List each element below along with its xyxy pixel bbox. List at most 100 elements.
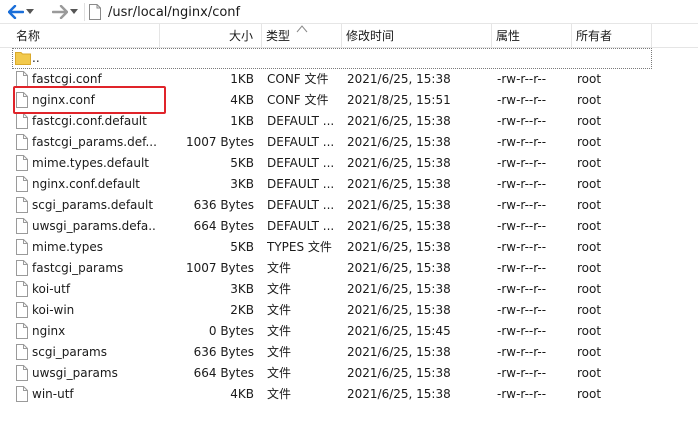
file-row[interactable]: nginx.conf 4KB CONF 文件 2021/8/25, 15:51 … (0, 90, 698, 111)
file-owner: root (577, 324, 602, 338)
file-type: 文件 (267, 303, 292, 317)
file-row[interactable]: fastcgi_params 1007 Bytes 文件 2021/6/25, … (0, 258, 698, 279)
file-name: fastcgi_params (32, 261, 124, 275)
file-owner: root (577, 198, 602, 212)
file-size: 5KB (230, 156, 254, 170)
file-row[interactable]: win-utf 4KB 文件 2021/6/25, 15:38 -rw-r--r… (0, 384, 698, 405)
column-header-owner[interactable]: 所有者 (572, 24, 652, 48)
file-icon (16, 155, 28, 171)
column-header-modified-label: 修改时间 (346, 29, 395, 43)
file-icon (16, 302, 28, 318)
file-owner: root (577, 261, 602, 275)
file-type: 文件 (267, 282, 292, 296)
arrow-right-icon (52, 5, 68, 19)
file-name: scgi_params.default (32, 198, 154, 212)
file-name: nginx.conf.default (32, 177, 141, 191)
file-row[interactable]: koi-utf 3KB 文件 2021/6/25, 15:38 -rw-r--r… (0, 279, 698, 300)
chevron-down-icon (26, 9, 34, 14)
file-modified: 2021/6/25, 15:38 (347, 156, 451, 170)
column-header-name-label: 名称 (16, 29, 41, 43)
file-name: uwsgi_params.defa... (32, 219, 156, 233)
file-icon (16, 134, 28, 150)
file-icon (16, 113, 28, 129)
file-modified: 2021/6/25, 15:38 (347, 387, 451, 401)
file-row[interactable]: scgi_params.default 636 Bytes DEFAULT ..… (0, 195, 698, 216)
toolbar: /usr/local/nginx/conf (0, 0, 698, 24)
file-icon (16, 386, 28, 402)
arrow-left-icon (8, 5, 24, 19)
file-row[interactable]: nginx.conf.default 3KB DEFAULT ... 2021/… (0, 174, 698, 195)
back-button[interactable] (6, 2, 26, 22)
file-icon (89, 4, 101, 20)
file-size: 664 Bytes (193, 219, 254, 233)
file-type: 文件 (267, 345, 292, 359)
file-type: DEFAULT ... (267, 156, 335, 170)
parent-directory-label: .. (32, 51, 40, 65)
file-row[interactable]: koi-win 2KB 文件 2021/6/25, 15:38 -rw-r--r… (0, 300, 698, 321)
column-header-name[interactable]: 名称 (12, 24, 160, 48)
file-size: 1007 Bytes (185, 261, 254, 275)
column-header-modified[interactable]: 修改时间 (342, 24, 492, 48)
file-icon (16, 176, 28, 192)
file-icon (16, 323, 28, 339)
folder-icon (15, 52, 31, 65)
file-owner: root (577, 366, 602, 380)
parent-directory-row[interactable]: .. (12, 48, 652, 69)
file-row[interactable]: mime.types.default 5KB DEFAULT ... 2021/… (0, 153, 698, 174)
column-header-owner-label: 所有者 (576, 29, 613, 43)
file-name: fastcgi_params.def... (32, 135, 156, 149)
file-size: 636 Bytes (193, 198, 254, 212)
column-header-size-label: 大小 (228, 29, 253, 43)
file-icon (16, 92, 28, 108)
file-icon (16, 71, 28, 87)
file-owner: root (577, 177, 602, 191)
column-header-perms-label: 属性 (496, 29, 521, 43)
file-name: win-utf (32, 387, 74, 401)
file-icon (16, 281, 28, 297)
file-size: 664 Bytes (193, 366, 254, 380)
forward-history-dropdown[interactable] (68, 2, 80, 22)
file-name: mime.types (32, 240, 103, 254)
file-row[interactable]: uwsgi_params.defa... 664 Bytes DEFAULT .… (0, 216, 698, 237)
address-bar[interactable]: /usr/local/nginx/conf (88, 1, 698, 23)
column-header-perms[interactable]: 属性 (492, 24, 572, 48)
file-row[interactable]: nginx 0 Bytes 文件 2021/6/25, 15:45 -rw-r-… (0, 321, 698, 342)
file-row[interactable]: fastcgi_params.def... 1007 Bytes DEFAULT… (0, 132, 698, 153)
chevron-down-icon (70, 9, 78, 14)
back-history-dropdown[interactable] (24, 2, 36, 22)
file-name: mime.types.default (32, 156, 150, 170)
file-row[interactable]: mime.types 5KB TYPES 文件 2021/6/25, 15:38… (0, 237, 698, 258)
file-type: DEFAULT ... (267, 177, 335, 191)
file-modified: 2021/6/25, 15:38 (347, 219, 451, 233)
file-row[interactable]: fastcgi.conf 1KB CONF 文件 2021/6/25, 15:3… (0, 69, 698, 90)
file-row[interactable]: scgi_params 636 Bytes 文件 2021/6/25, 15:3… (0, 342, 698, 363)
file-type: CONF 文件 (267, 93, 329, 107)
file-icon (16, 344, 28, 360)
file-name: koi-utf (32, 282, 71, 296)
file-size: 3KB (230, 282, 254, 296)
file-icon (16, 239, 28, 255)
file-row[interactable]: uwsgi_params 664 Bytes 文件 2021/6/25, 15:… (0, 363, 698, 384)
column-header-size[interactable]: 大小 (160, 24, 262, 48)
forward-button[interactable] (50, 2, 70, 22)
file-perms: -rw-r--r-- (497, 282, 547, 296)
file-row[interactable]: fastcgi.conf.default 1KB DEFAULT ... 202… (0, 111, 698, 132)
file-modified: 2021/6/25, 15:38 (347, 177, 451, 191)
address-path: /usr/local/nginx/conf (108, 4, 241, 20)
file-perms: -rw-r--r-- (497, 324, 547, 338)
file-type: CONF 文件 (267, 72, 329, 86)
file-modified: 2021/8/25, 15:51 (347, 93, 451, 107)
file-size: 3KB (230, 177, 254, 191)
file-size: 636 Bytes (193, 345, 254, 359)
file-owner: root (577, 135, 602, 149)
file-owner: root (577, 156, 602, 170)
file-name: uwsgi_params (32, 366, 118, 380)
file-perms: -rw-r--r-- (497, 198, 547, 212)
file-owner: root (577, 303, 602, 317)
file-owner: root (577, 282, 602, 296)
file-owner: root (577, 240, 602, 254)
file-perms: -rw-r--r-- (497, 156, 547, 170)
file-modified: 2021/6/25, 15:38 (347, 282, 451, 296)
file-perms: -rw-r--r-- (497, 93, 547, 107)
file-owner: root (577, 345, 602, 359)
